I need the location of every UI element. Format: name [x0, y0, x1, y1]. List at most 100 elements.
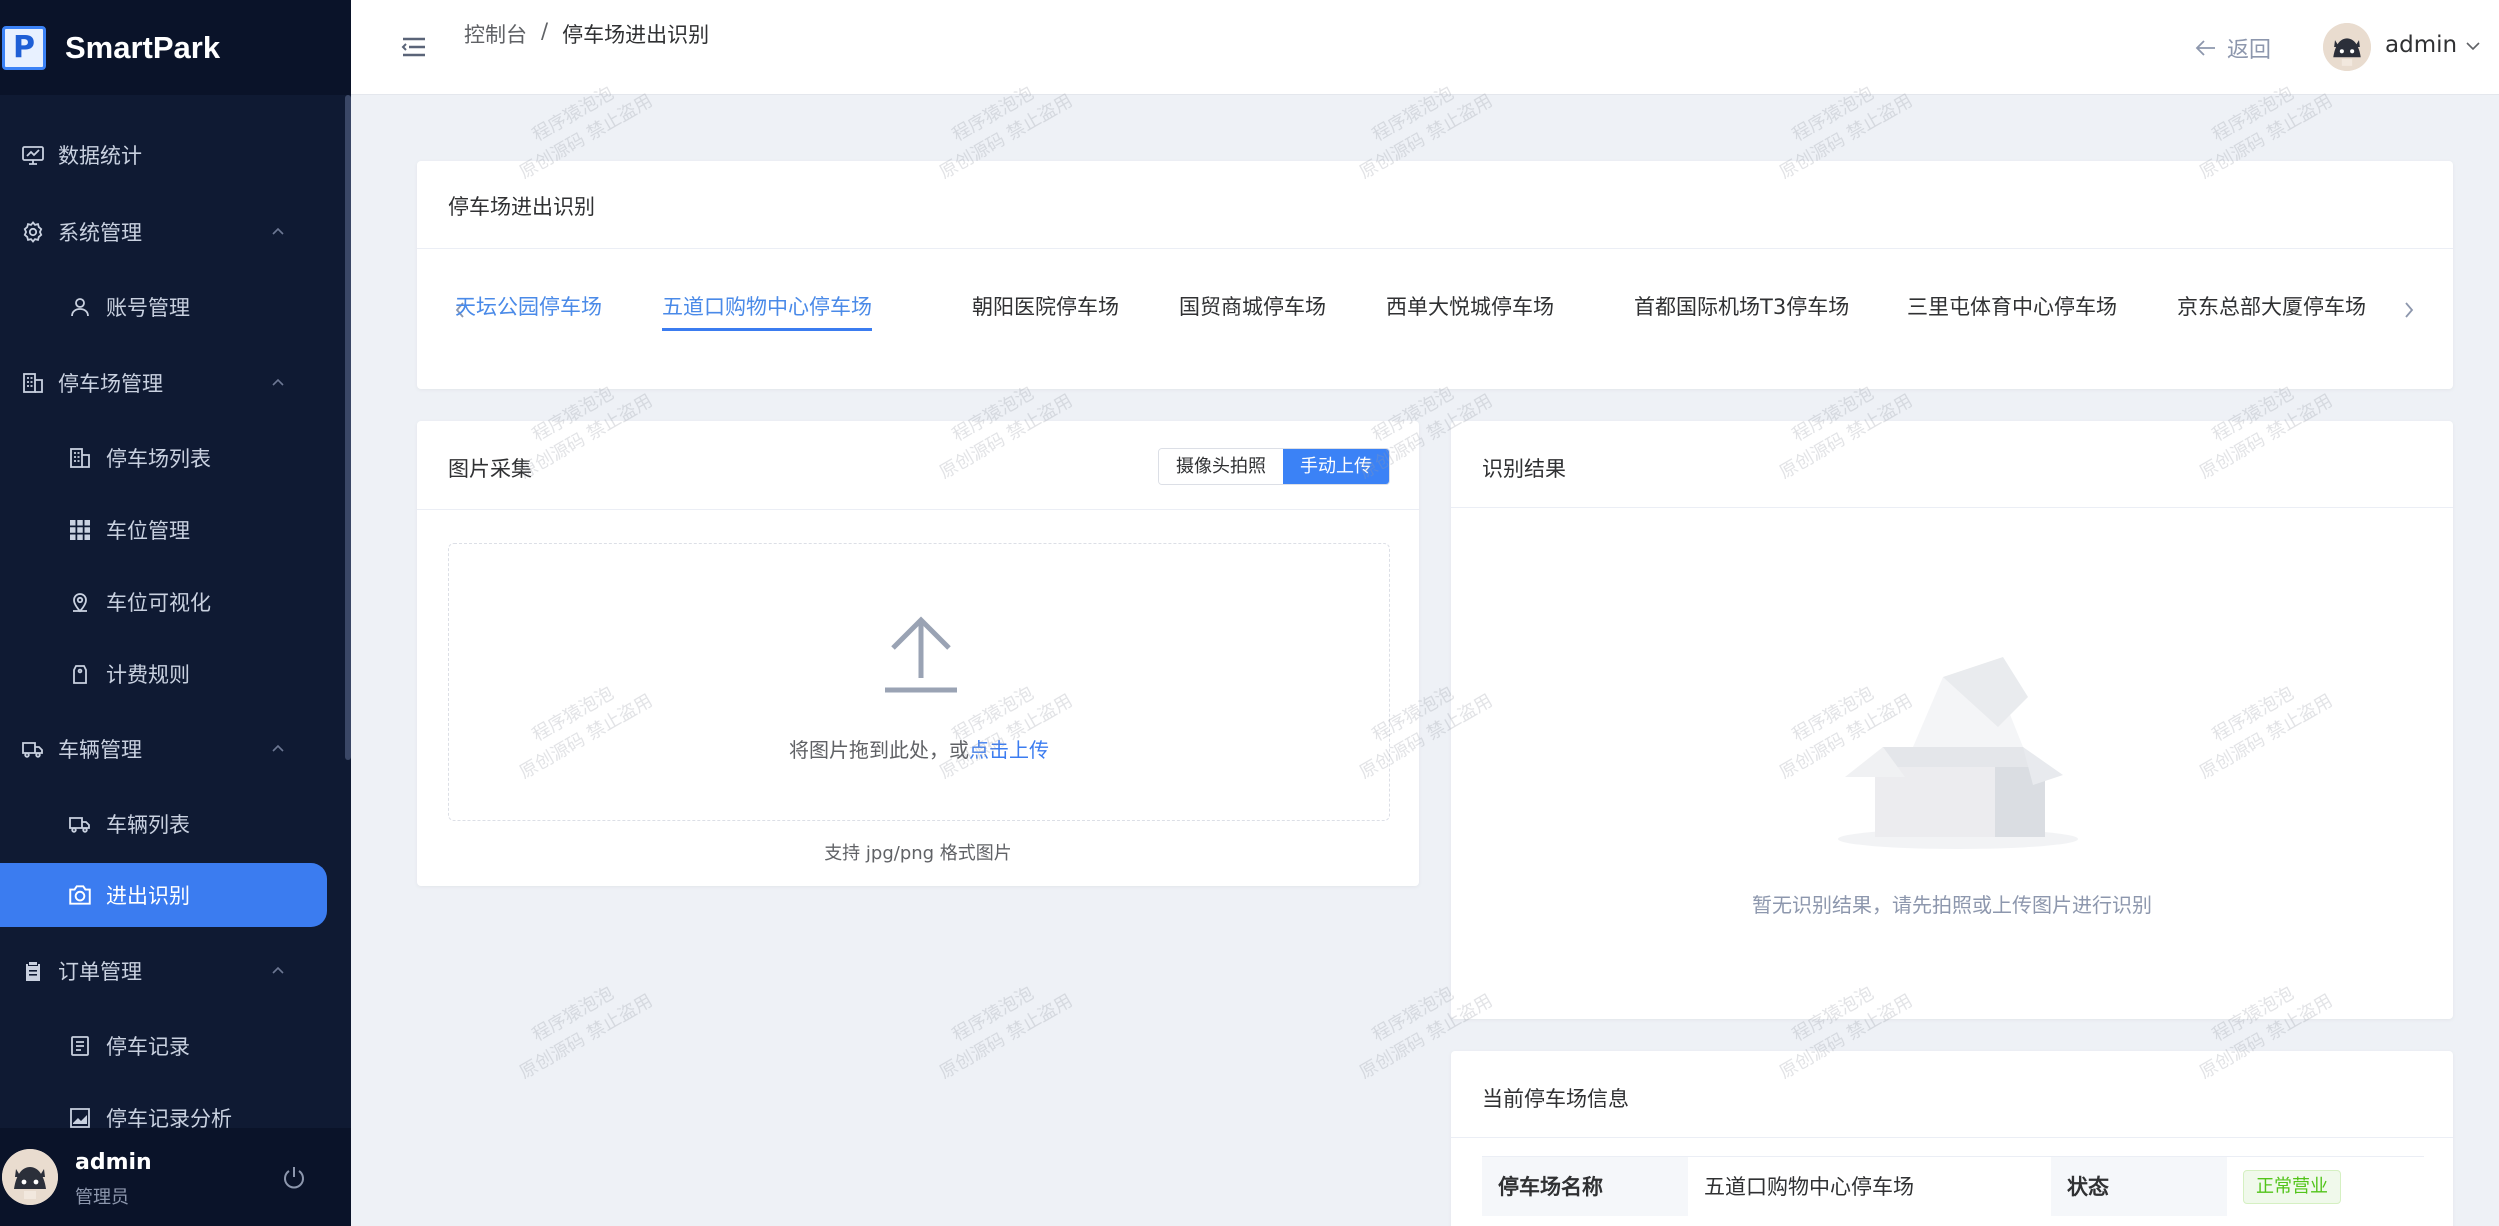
divider — [1451, 507, 2453, 508]
avatar[interactable] — [2, 1149, 58, 1205]
breadcrumb-dashboard[interactable]: 控制台 — [464, 19, 527, 49]
empty-box-icon — [1838, 657, 2078, 849]
sidebar-user-panel: admin 管理员 — [0, 1128, 351, 1226]
sidebar-item-label: 停车场列表 — [106, 447, 211, 471]
parking-info-card: 当前停车场信息 停车场名称 五道口购物中心停车场 状态 正常营业 — [1451, 1051, 2453, 1226]
empty-result-text: 暂无识别结果，请先拍照或上传图片进行识别 — [1752, 893, 2152, 917]
sidebar-item-system[interactable]: 系统管理 — [0, 202, 345, 262]
upload-dropzone[interactable]: 将图片拖到此处，或点击上传 — [448, 543, 1390, 821]
sidebar-item-parking-records[interactable]: 停车记录 — [0, 1016, 345, 1076]
sidebar-item-vehicle-mgmt[interactable]: 车辆管理 — [0, 719, 345, 779]
card-title: 识别结果 — [1482, 457, 1566, 481]
capture-mode-switch: 摄像头拍照 手动上传 — [1158, 448, 1390, 485]
sidebar-item-label: 车辆列表 — [106, 813, 190, 837]
sidebar-item-parking-list[interactable]: 停车场列表 — [0, 428, 345, 488]
header-username[interactable]: admin — [2385, 32, 2457, 58]
camera-icon — [67, 882, 93, 908]
sidebar-item-label: 账号管理 — [106, 296, 190, 320]
sidebar-item-entry-exit-recognition[interactable]: 进出识别 — [0, 863, 327, 927]
divider — [417, 248, 2453, 249]
truck-icon — [67, 811, 93, 837]
building-icon — [20, 370, 46, 396]
sidebar-item-label: 车辆管理 — [58, 738, 142, 762]
chevron-up-icon — [272, 744, 284, 752]
power-icon[interactable] — [280, 1164, 308, 1192]
tab-parking-1[interactable]: 五道口购物中心停车场 — [662, 291, 872, 331]
tab-parking-6[interactable]: 三里屯体育中心停车场 — [1907, 291, 2117, 331]
sidebar-item-data-stats[interactable]: 数据统计 — [0, 125, 345, 185]
arrow-left-icon — [2195, 40, 2215, 56]
breadcrumb-current: 停车场进出识别 — [562, 23, 710, 47]
sidebar-item-vehicle-list[interactable]: 车辆列表 — [0, 794, 345, 854]
chevron-up-icon — [272, 227, 284, 235]
parking-logo-icon: P — [2, 25, 46, 70]
status-badge: 正常营业 — [2243, 1169, 2341, 1204]
upload-icon — [885, 616, 957, 693]
upload-tip: 支持 jpg/png 格式图片 — [824, 843, 1012, 864]
card-title: 停车场进出识别 — [448, 195, 595, 219]
location-icon — [67, 589, 93, 615]
clipboard-icon — [20, 958, 46, 984]
watermark: 程序猿泡泡 原创源码 禁止盗用 — [936, 982, 1077, 1084]
back-button[interactable]: 返回 — [2195, 32, 2271, 64]
card-title: 当前停车场信息 — [1482, 1087, 1629, 1111]
sidebar-item-order-mgmt[interactable]: 订单管理 — [0, 941, 345, 1001]
image-capture-card: 图片采集 摄像头拍照 手动上传 将图片拖到此处，或点击上传 支持 jpg/png… — [417, 421, 1419, 886]
user-icon — [67, 294, 93, 320]
sidebar-item-accounts[interactable]: 账号管理 — [0, 277, 345, 337]
tab-parking-0[interactable]: 天坛公园停车场 — [455, 291, 602, 331]
parking-name-label: 停车场名称 — [1482, 1156, 1688, 1216]
camera-capture-button[interactable]: 摄像头拍照 — [1159, 449, 1283, 484]
divider — [1451, 1137, 2453, 1138]
sidebar-item-space-mgmt[interactable]: 车位管理 — [0, 500, 345, 560]
tab-parking-5[interactable]: 首都国际机场T3停车场 — [1634, 291, 1849, 331]
breadcrumb-separator: / — [541, 19, 549, 43]
sidebar-item-label: 车位可视化 — [106, 591, 211, 615]
upload-instruction-text: 将图片拖到此处，或 — [789, 738, 969, 762]
manual-upload-button[interactable]: 手动上传 — [1283, 449, 1389, 484]
sidebar-item-label: 订单管理 — [58, 960, 142, 984]
sidebar-item-label: 停车场管理 — [58, 372, 163, 396]
gear-icon — [20, 219, 46, 245]
header-avatar[interactable] — [2323, 23, 2371, 71]
watermark: 程序猿泡泡 原创源码 禁止盗用 — [516, 982, 657, 1084]
sidebar-item-label: 车位管理 — [106, 519, 190, 543]
tab-parking-3[interactable]: 国贸商城停车场 — [1179, 291, 1326, 331]
tab-parking-4[interactable]: 西单大悦城停车场 — [1386, 291, 1554, 331]
document-icon — [67, 1033, 93, 1059]
back-label: 返回 — [2227, 38, 2272, 63]
recognition-result-card: 识别结果 暂无识别结果，请先拍照或上传图片进行识别 — [1451, 421, 2453, 1019]
status-cell: 正常营业 — [2227, 1156, 2424, 1216]
sidebar-item-label: 进出识别 — [106, 884, 190, 908]
tabs-scroll-right-icon[interactable] — [2403, 301, 2415, 319]
sidebar-item-parking-mgmt[interactable]: 停车场管理 — [0, 353, 345, 413]
click-upload-link[interactable]: 点击上传 — [969, 738, 1049, 762]
grid-icon — [67, 517, 93, 543]
tab-parking-2[interactable]: 朝阳医院停车场 — [972, 291, 1119, 331]
truck-icon — [20, 736, 46, 762]
building-icon — [67, 445, 93, 471]
top-header: 控制台 / 停车场进出识别 返回 admin — [351, 0, 2499, 95]
menu-toggle-icon[interactable] — [401, 35, 427, 59]
sidebar: P SmartPark 数据统计 系统管理 账号管理 停车场管理 停车场列表 车… — [0, 0, 351, 1226]
parking-select-card: 停车场进出识别 天坛公园停车场 五道口购物中心停车场 朝阳医院停车场 国贸商城停… — [417, 161, 2453, 389]
upload-instruction: 将图片拖到此处，或点击上传 — [449, 734, 1389, 763]
chevron-up-icon — [272, 378, 284, 386]
brand[interactable]: P SmartPark — [0, 0, 351, 95]
sidebar-item-label: 数据统计 — [58, 144, 142, 168]
parking-info-table: 停车场名称 五道口购物中心停车场 状态 正常营业 — [1482, 1156, 2424, 1216]
chevron-down-icon[interactable] — [2465, 38, 2481, 54]
sidebar-item-label: 系统管理 — [58, 221, 142, 245]
chevron-up-icon — [272, 966, 284, 974]
brand-name: SmartPark — [65, 29, 221, 65]
status-label: 状态 — [2051, 1156, 2227, 1216]
sidebar-item-label: 停车记录 — [106, 1035, 190, 1059]
footer-username: admin — [75, 1150, 152, 1175]
sidebar-item-billing-rules[interactable]: 计费规则 — [0, 644, 345, 704]
tab-parking-7[interactable]: 京东总部大厦停车场 — [2177, 291, 2366, 331]
sidebar-scrollbar[interactable] — [345, 95, 351, 760]
parking-name-value: 五道口购物中心停车场 — [1688, 1156, 2051, 1216]
breadcrumb: 控制台 / 停车场进出识别 — [464, 19, 709, 49]
sidebar-item-space-visual[interactable]: 车位可视化 — [0, 572, 345, 632]
footer-role: 管理员 — [75, 1187, 129, 1208]
